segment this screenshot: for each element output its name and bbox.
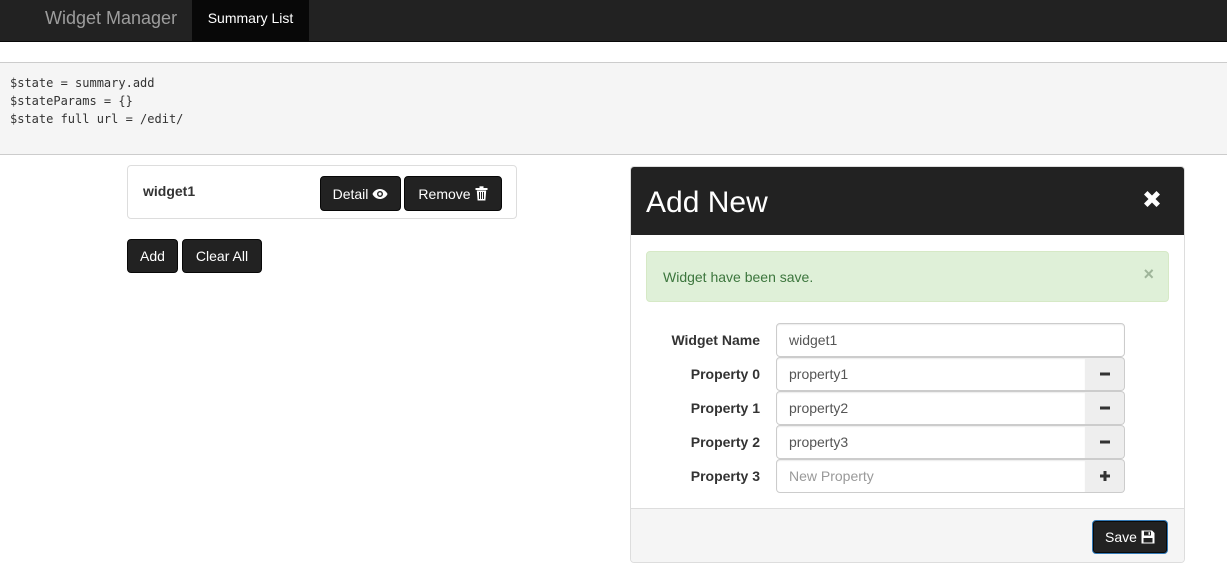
- remove-property-button[interactable]: [1085, 357, 1125, 391]
- panel-footer: Save: [631, 508, 1184, 562]
- plus-icon: [1099, 470, 1111, 482]
- remove-button[interactable]: Remove: [404, 176, 502, 211]
- alert-dismiss-button[interactable]: ×: [1143, 264, 1154, 285]
- new-property-input[interactable]: [776, 459, 1086, 493]
- state-line: $state = summary.add: [10, 76, 155, 90]
- state-debug-block: $state = summary.add $stateParams = {} $…: [0, 62, 1227, 155]
- property-input[interactable]: [776, 357, 1086, 391]
- close-icon[interactable]: [1140, 187, 1164, 211]
- success-alert: Widget have been save. ×: [646, 251, 1169, 302]
- widget-name-row: Widget Name: [631, 323, 1184, 357]
- minus-icon: [1099, 402, 1111, 414]
- state-params-line: $stateParams = {}: [10, 94, 133, 108]
- property-row: Property 1: [631, 391, 1184, 425]
- property-input[interactable]: [776, 425, 1086, 459]
- property-label: Property 0: [690, 366, 760, 382]
- brand-link[interactable]: Widget Manager: [45, 0, 177, 42]
- save-button-label: Save: [1105, 529, 1137, 545]
- detail-button-label: Detail: [332, 185, 369, 202]
- detail-button[interactable]: Detail: [320, 176, 401, 211]
- add-property-button[interactable]: [1085, 459, 1125, 493]
- widget-name-input[interactable]: [776, 323, 1125, 357]
- trash-icon: [475, 186, 488, 201]
- minus-icon: [1099, 368, 1111, 380]
- clear-all-button[interactable]: Clear All: [182, 239, 262, 273]
- state-url-line: $state full url = /edit/: [10, 112, 184, 126]
- save-button[interactable]: Save: [1092, 520, 1168, 554]
- property-input[interactable]: [776, 391, 1086, 425]
- new-property-row: Property 3: [631, 459, 1184, 493]
- property-row: Property 2: [631, 425, 1184, 459]
- property-label: Property 2: [690, 434, 760, 450]
- widget-name-field-label: Widget Name: [671, 332, 760, 348]
- remove-property-button[interactable]: [1085, 425, 1125, 459]
- floppy-disk-icon: [1141, 530, 1155, 544]
- tab-summary-list[interactable]: Summary List: [192, 0, 309, 42]
- property-row: Property 0: [631, 357, 1184, 391]
- widget-list-item: widget1 Detail Remove: [127, 165, 517, 219]
- widget-name-label: widget1: [143, 183, 196, 199]
- remove-property-button[interactable]: [1085, 391, 1125, 425]
- eye-icon: [372, 188, 388, 200]
- property-label: Property 1: [690, 400, 760, 416]
- add-new-panel: Add New Widget have been save. × Widget …: [630, 166, 1185, 563]
- panel-header: Add New: [631, 167, 1184, 235]
- new-property-label: Property 3: [690, 468, 760, 484]
- add-button[interactable]: Add: [127, 239, 178, 273]
- alert-message: Widget have been save.: [663, 269, 814, 285]
- panel-title: Add New: [646, 186, 768, 219]
- remove-button-label: Remove: [418, 185, 471, 202]
- navbar: Widget Manager Summary List: [0, 0, 1227, 42]
- minus-icon: [1099, 436, 1111, 448]
